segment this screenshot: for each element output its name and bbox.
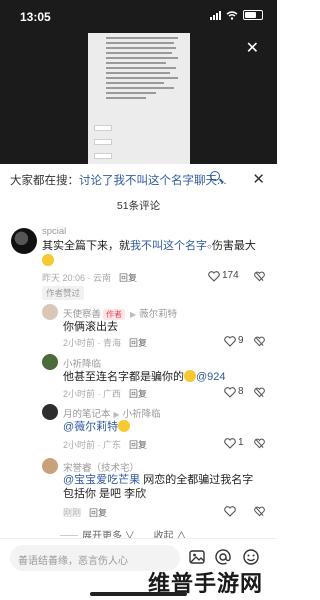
- reply-arrow-icon: ▶: [113, 410, 120, 419]
- video-preview[interactable]: 13:05 ✕: [0, 0, 277, 164]
- comment-username[interactable]: 月的笔记本 ▶ 小祈降临: [63, 406, 161, 420]
- comment-item: 宋誉睿（技术宅） @宝宝爱吃芒果 网恋的全都骗过我名字 包括你 是吧 李欣 刚刚…: [0, 456, 277, 522]
- comment-time: 昨天 20:06 · 云南: [42, 273, 112, 283]
- like-icon[interactable]: [224, 336, 236, 347]
- comment-item: spcial 其实全篇下来，就我不叫这个名字○伤害最大 昨天 20:06 · 云…: [0, 222, 277, 286]
- mention-link[interactable]: @宝宝爱吃芒果: [63, 474, 140, 486]
- username-text[interactable]: 月的笔记本: [63, 409, 111, 420]
- comment-meta: 2小时前 · 广西 回复: [63, 387, 147, 400]
- comment-meta: 昨天 20:06 · 云南 回复: [42, 271, 137, 284]
- related-search-bar[interactable]: 大家都在搜：讨论了我不叫这个名字聊天... ✕: [0, 164, 277, 194]
- status-time: 13:05: [20, 10, 51, 24]
- search-prefix: 大家都在搜：: [10, 175, 79, 187]
- laugh-emoji-icon: [118, 420, 131, 432]
- comment-username[interactable]: 天使察善 作者 ▶ 薇尔莉特: [63, 306, 177, 320]
- reply-button[interactable]: 回复: [129, 440, 147, 450]
- status-icons: [210, 10, 263, 20]
- sheet-close-button[interactable]: ✕: [252, 170, 265, 188]
- home-indicator: [90, 592, 187, 596]
- comment-text-part: 他甚至连名字都是骗你的: [63, 371, 184, 383]
- dislike-icon[interactable]: [254, 336, 265, 347]
- reply-button[interactable]: 回复: [119, 273, 137, 283]
- like-icon[interactable]: [224, 506, 236, 517]
- mention-link[interactable]: @924: [196, 371, 226, 383]
- reply-button[interactable]: 回复: [89, 508, 107, 518]
- avatar[interactable]: [42, 458, 58, 474]
- laugh-emoji-icon: [42, 254, 54, 266]
- reply-button[interactable]: 回复: [129, 338, 147, 348]
- comment-meta: 2小时前 · 青海 回复: [63, 336, 147, 349]
- like-count: 1: [238, 437, 244, 448]
- comment-username[interactable]: 宋誉睿（技术宅）: [63, 460, 139, 474]
- search-query[interactable]: 讨论了我不叫这个名字聊天...: [79, 175, 227, 187]
- comment-text: @薇尔莉特: [63, 420, 131, 434]
- author-liked-badge: 作者赞过: [42, 286, 85, 300]
- divider: [60, 535, 78, 536]
- comment-text: 其实全篇下来，就我不叫这个名字○伤害最大: [42, 239, 257, 268]
- comment-time: 刚刚: [63, 508, 82, 518]
- comment-username[interactable]: spcial: [42, 226, 66, 237]
- comment-meta: 2小时前 · 广东 回复: [63, 438, 147, 451]
- comment-item: 天使察善 作者 ▶ 薇尔莉特 你俩滚出去 2小时前 · 青海 回复 9: [0, 302, 277, 348]
- avatar[interactable]: [42, 354, 58, 370]
- status-bar: 13:05: [0, 0, 277, 30]
- dislike-icon[interactable]: [254, 438, 265, 449]
- comment-text: 你俩滚出去: [63, 321, 118, 333]
- signal-icon: [210, 10, 221, 20]
- emoji-icon[interactable]: [242, 548, 260, 566]
- reply-arrow-icon: ▶: [130, 310, 137, 319]
- dislike-icon[interactable]: [254, 387, 265, 398]
- comment-keyword-link[interactable]: 我不叫这个名字: [130, 240, 207, 252]
- reply-to-name[interactable]: 薇尔莉特: [139, 309, 177, 320]
- like-icon[interactable]: [224, 438, 236, 449]
- close-icon[interactable]: ✕: [246, 38, 259, 58]
- reply-to-name[interactable]: 小祈降临: [123, 409, 161, 420]
- comment-text: 他甚至连名字都是骗你的 @924: [63, 370, 226, 384]
- laugh-emoji-icon: [184, 370, 196, 382]
- comment-item: 月的笔记本 ▶ 小祈降临 @薇尔莉特 2小时前 · 广东 回复 1: [0, 402, 277, 452]
- like-icon[interactable]: [208, 271, 220, 282]
- battery-icon: [243, 10, 263, 20]
- like-icon[interactable]: [224, 387, 236, 398]
- comment-count: 51条评论: [116, 200, 161, 212]
- comment-time: 2小时前 · 广东: [63, 440, 122, 450]
- image-icon[interactable]: [188, 548, 206, 566]
- dislike-icon[interactable]: [254, 506, 265, 517]
- avatar[interactable]: [42, 304, 58, 320]
- comment-item: 小祈降临 他甚至连名字都是骗你的 @924 2小时前 · 广西 回复 8: [0, 352, 277, 400]
- comment-text: @宝宝爱吃芒果 网恋的全都骗过我名字 包括你 是吧 李欣: [63, 473, 263, 501]
- comment-username[interactable]: 小祈降临: [63, 356, 101, 370]
- username-text[interactable]: 天使察善: [63, 309, 101, 320]
- avatar[interactable]: [11, 228, 37, 254]
- wifi-icon: [226, 10, 238, 20]
- like-count: 8: [238, 386, 244, 397]
- dislike-icon[interactable]: [254, 271, 265, 282]
- comment-text-part: 其实全篇下来，就: [42, 240, 130, 252]
- comment-time: 2小时前 · 广西: [63, 389, 122, 399]
- like-count: 9: [238, 335, 244, 346]
- avatar[interactable]: [42, 404, 58, 420]
- comment-time: 2小时前 · 青海: [63, 338, 122, 348]
- mention-link[interactable]: @薇尔莉特: [63, 421, 118, 433]
- author-tag: 作者: [103, 309, 126, 320]
- comment-input-placeholder: 善语结善缘，恶言伤人心: [18, 556, 128, 567]
- screenshot-thumbnail: [88, 33, 190, 164]
- mention-icon[interactable]: [214, 548, 232, 566]
- screen: 13:05 ✕ 大家都在搜：讨论了我不叫这个名字聊天... ✕ 51条评论 sp…: [0, 0, 277, 600]
- reply-button[interactable]: 回复: [129, 389, 147, 399]
- search-icon[interactable]: [210, 171, 224, 185]
- like-count: 174: [222, 270, 239, 281]
- comment-text-part: 伤害最大: [211, 240, 256, 252]
- comment-meta: 刚刚 回复: [63, 506, 107, 519]
- related-search-text[interactable]: 大家都在搜：讨论了我不叫这个名字聊天...: [10, 172, 227, 188]
